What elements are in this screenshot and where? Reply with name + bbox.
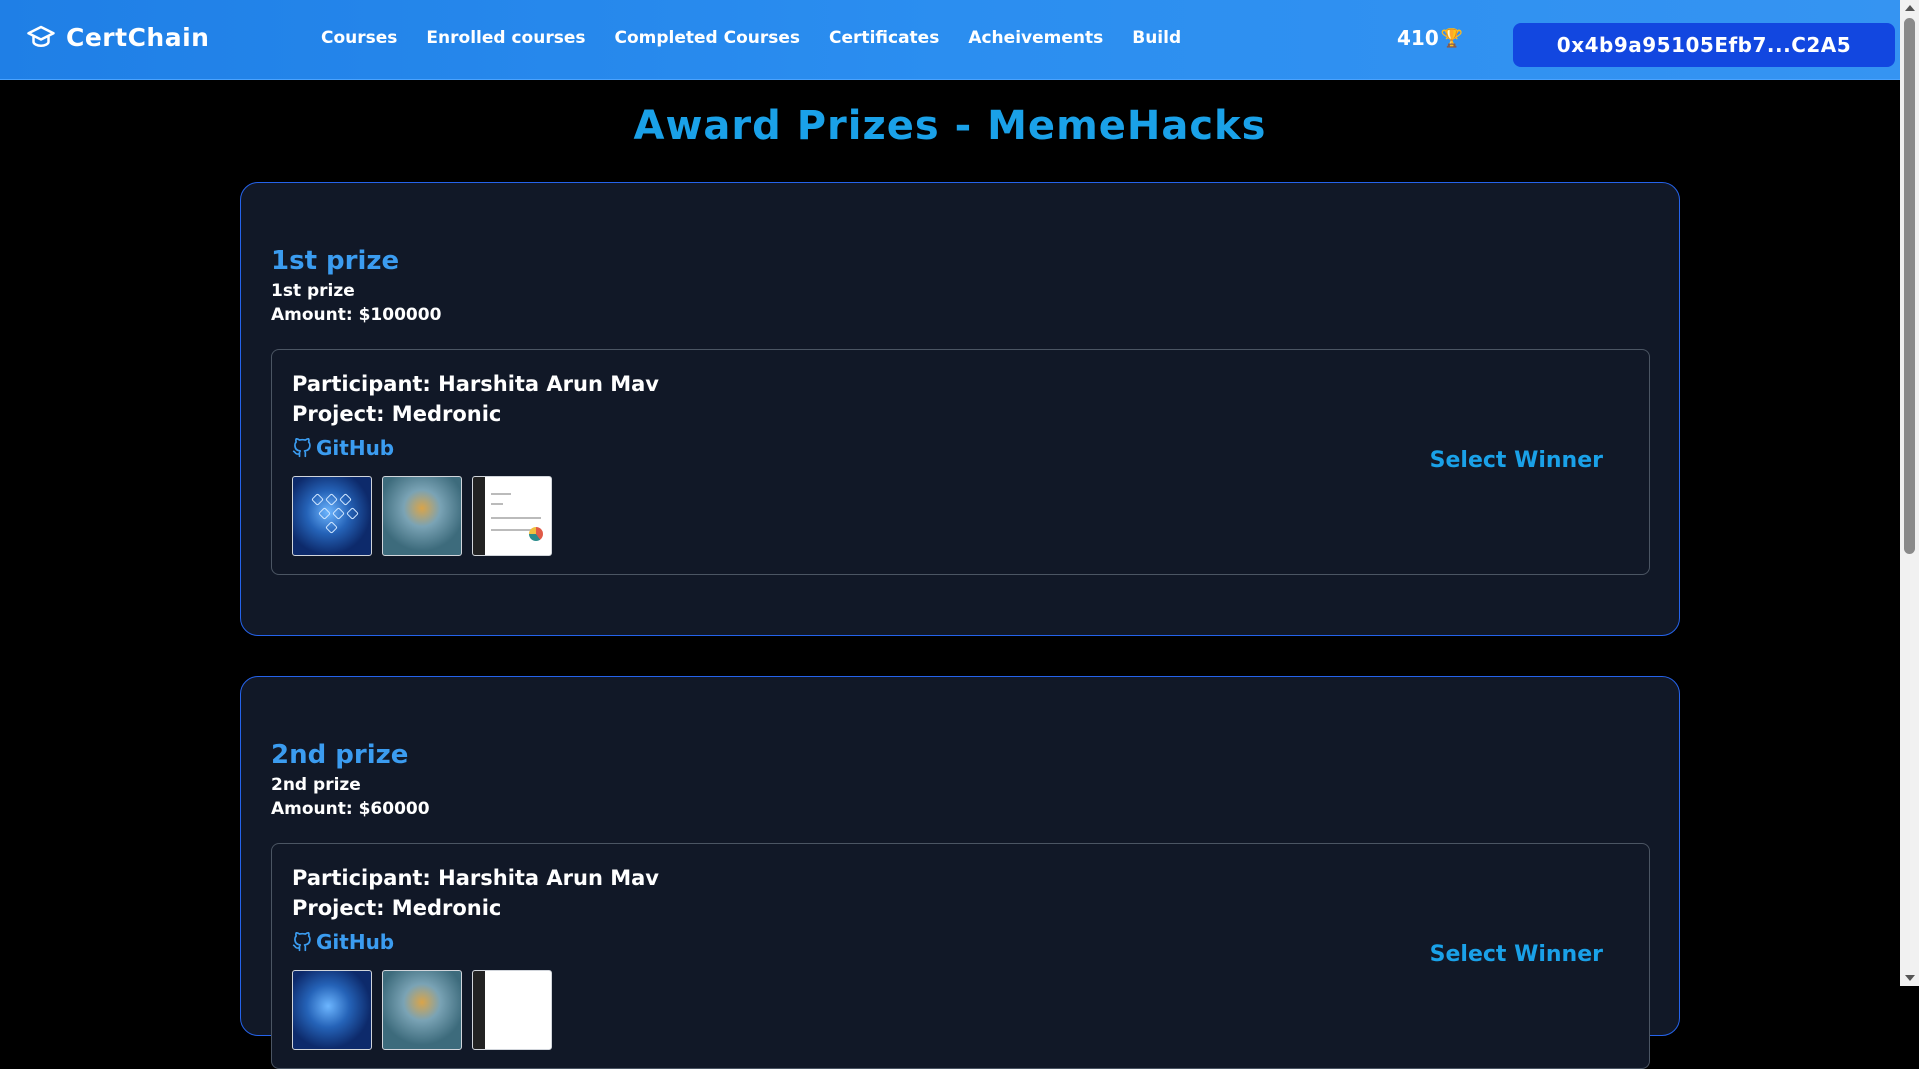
- github-link[interactable]: GitHub: [292, 930, 394, 954]
- prize-description: 2nd prize: [271, 775, 361, 795]
- select-winner-button[interactable]: Select Winner: [1430, 448, 1603, 473]
- github-label: GitHub: [316, 930, 395, 954]
- github-icon: [292, 932, 311, 952]
- scroll-up-arrow-icon[interactable]: [1905, 5, 1915, 11]
- prize-name: 1st prize: [271, 246, 400, 276]
- scroll-thumb[interactable]: [1904, 18, 1915, 554]
- points-value: 410: [1397, 26, 1439, 50]
- nav-link-build[interactable]: Build: [1132, 28, 1181, 48]
- project-screenshot-thumbnail[interactable]: [292, 970, 372, 1050]
- github-icon: [292, 438, 311, 458]
- project-name: Project: Medronic: [292, 896, 502, 920]
- github-link[interactable]: GitHub: [292, 436, 394, 460]
- prize-description: 1st prize: [271, 281, 355, 301]
- nav-link-courses[interactable]: Courses: [321, 28, 397, 48]
- github-label: GitHub: [316, 436, 395, 460]
- prize-card-1: 1st prize 1st prize Amount: $100000 Part…: [240, 182, 1680, 636]
- project-screenshot-thumbnail[interactable]: [382, 476, 462, 556]
- points-display: 410 🏆: [1397, 26, 1463, 50]
- nav-link-enrolled-courses[interactable]: Enrolled courses: [426, 28, 585, 48]
- prize-amount: Amount: $60000: [271, 799, 430, 819]
- participant-name: Participant: Harshita Arun Mav: [292, 372, 659, 396]
- nav-link-completed-courses[interactable]: Completed Courses: [614, 28, 800, 48]
- screenshot-gallery: [292, 476, 552, 556]
- project-name: Project: Medronic: [292, 402, 502, 426]
- nav-link-certificates[interactable]: Certificates: [829, 28, 939, 48]
- scroll-down-arrow-icon[interactable]: [1905, 975, 1915, 981]
- prize-amount: Amount: $100000: [271, 305, 442, 325]
- prize-name: 2nd prize: [271, 740, 409, 770]
- wallet-address-button[interactable]: 0x4b9a95105Efb7...C2A5: [1513, 23, 1895, 67]
- submission-card: Participant: Harshita Arun Mav Project: …: [271, 349, 1650, 575]
- nav-link-achievements[interactable]: Acheivements: [968, 28, 1103, 48]
- participant-name: Participant: Harshita Arun Mav: [292, 866, 659, 890]
- submission-card: Participant: Harshita Arun Mav Project: …: [271, 843, 1650, 1069]
- select-winner-button[interactable]: Select Winner: [1430, 942, 1603, 967]
- prize-card-2: 2nd prize 2nd prize Amount: $60000 Parti…: [240, 676, 1680, 1069]
- brand-name: CertChain: [66, 22, 210, 52]
- trophy-icon: 🏆: [1440, 27, 1464, 49]
- page-title: Award Prizes - MemeHacks: [633, 103, 1267, 149]
- screenshot-gallery: [292, 970, 552, 1050]
- brand-logo[interactable]: CertChain: [26, 22, 209, 52]
- graduation-cap-icon: [27, 25, 55, 47]
- page-scrollbar[interactable]: [1900, 0, 1919, 986]
- nav-links: Courses Enrolled courses Completed Cours…: [321, 28, 1181, 48]
- wallet-address: 0x4b9a95105Efb7...C2A5: [1556, 33, 1852, 57]
- project-screenshot-thumbnail[interactable]: [292, 476, 372, 556]
- top-navbar: CertChain Courses Enrolled courses Compl…: [0, 0, 1900, 80]
- project-screenshot-thumbnail[interactable]: [382, 970, 462, 1050]
- project-screenshot-thumbnail[interactable]: [472, 476, 552, 556]
- project-screenshot-thumbnail[interactable]: [472, 970, 552, 1050]
